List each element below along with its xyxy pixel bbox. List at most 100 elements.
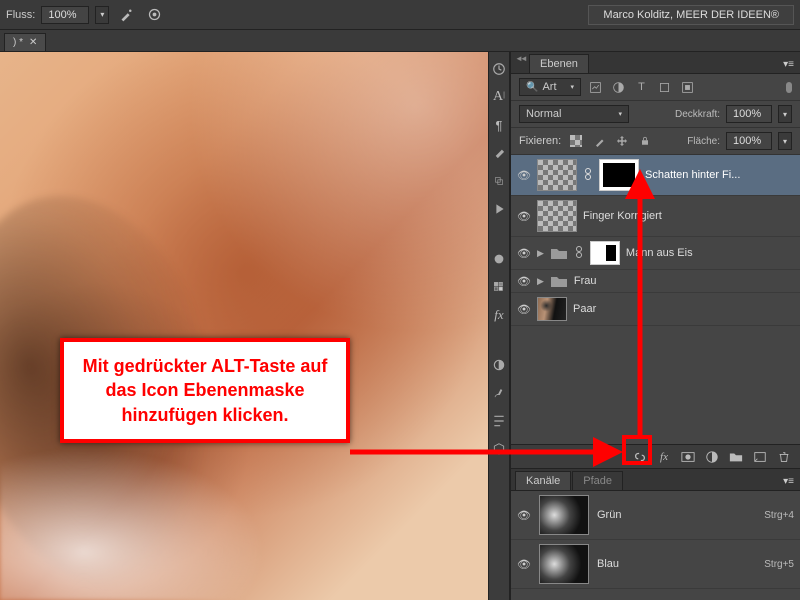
filter-adjust-icon[interactable]	[610, 79, 627, 96]
layers-panel-tabbar: ◄◄ Ebenen ▾≡	[511, 52, 800, 74]
tab-channels[interactable]: Kanäle	[515, 471, 571, 490]
swatches-icon[interactable]	[490, 278, 508, 296]
flow-dropdown-button[interactable]: ▾	[95, 6, 109, 24]
lock-all-icon[interactable]	[636, 133, 653, 150]
paragraph-icon[interactable]: ¶	[490, 116, 508, 134]
opacity-label: Deckkraft:	[675, 109, 720, 120]
tab-layers[interactable]: Ebenen	[529, 54, 589, 73]
opacity-input[interactable]: 100%	[726, 105, 772, 123]
fx-icon[interactable]: fx	[656, 449, 672, 465]
layer-thumbnail[interactable]	[537, 200, 577, 232]
right-panels: ◄◄ Ebenen ▾≡ 🔍 Art ▾ T Normal ▾ Deckkraf…	[510, 52, 800, 600]
annotation-arrow-horizontal	[350, 440, 625, 464]
panel-menu-icon[interactable]: ▾≡	[777, 473, 800, 490]
document-tab[interactable]: ) * ✕	[4, 33, 46, 51]
filter-smart-icon[interactable]	[679, 79, 696, 96]
fill-dropdown-button[interactable]: ▾	[778, 132, 792, 150]
channels-panel: Kanäle Pfade ▾≡ 👁 Grün Strg+4 👁 Blau Str…	[511, 468, 800, 600]
lock-pixels-icon[interactable]	[590, 133, 607, 150]
blend-row: Normal ▾ Deckkraft: 100% ▾	[511, 101, 800, 128]
blend-mode-dropdown[interactable]: Normal ▾	[519, 105, 629, 123]
delete-icon[interactable]	[776, 449, 792, 465]
layer-row-paar[interactable]: 👁 Paar	[511, 293, 800, 326]
channel-label: Blau	[597, 558, 619, 570]
new-group-icon[interactable]	[728, 449, 744, 465]
fill-label: Fläche:	[687, 136, 720, 147]
annotation-callout: Mit gedrückter ALT-Taste auf das Icon Eb…	[60, 338, 350, 443]
channel-shortcut: Strg+4	[764, 510, 794, 521]
document-tab-label: ) *	[13, 37, 23, 48]
link-icon[interactable]	[574, 245, 584, 262]
canvas[interactable]	[0, 52, 488, 600]
visibility-icon[interactable]: 👁	[517, 210, 531, 223]
filter-type-dropdown[interactable]: 🔍 Art ▾	[519, 78, 581, 96]
expand-icon[interactable]: ▶	[537, 276, 544, 287]
clone-source-icon[interactable]	[490, 172, 508, 190]
channels-tabbar: Kanäle Pfade ▾≡	[511, 469, 800, 491]
filter-shape-icon[interactable]	[656, 79, 673, 96]
layer-row-finger[interactable]: 👁 Finger Korrigiert	[511, 196, 800, 237]
folder-icon	[550, 246, 568, 260]
flow-value-input[interactable]: 100%	[41, 6, 89, 24]
flow-group: Fluss: 100% ▾	[6, 4, 165, 26]
lock-position-icon[interactable]	[613, 133, 630, 150]
adjustment-layer-icon[interactable]	[704, 449, 720, 465]
layer-row-schatten[interactable]: 👁 Schatten hinter Fi...	[511, 155, 800, 196]
history-icon[interactable]	[490, 60, 508, 78]
channel-thumbnail[interactable]	[539, 544, 589, 584]
opacity-dropdown-button[interactable]: ▾	[778, 105, 792, 123]
options-bar: Fluss: 100% ▾ Marco Kolditz, MEER DER ID…	[0, 0, 800, 30]
fill-input[interactable]: 100%	[726, 132, 772, 150]
group-mask-thumbnail[interactable]	[590, 241, 620, 265]
document-tab-strip: ) * ✕	[0, 30, 800, 52]
tablet-pressure-icon[interactable]	[143, 4, 165, 26]
link-icon[interactable]	[583, 167, 593, 184]
new-layer-icon[interactable]	[752, 449, 768, 465]
author-label: Marco Kolditz, MEER DER IDEEN®	[588, 5, 794, 25]
visibility-icon[interactable]: 👁	[517, 275, 531, 288]
channel-label: Grün	[597, 509, 621, 521]
character-icon[interactable]: A|	[490, 88, 508, 106]
filter-type-text-icon[interactable]: T	[633, 79, 650, 96]
channel-thumbnail[interactable]	[539, 495, 589, 535]
play-icon[interactable]	[490, 200, 508, 218]
flow-label: Fluss:	[6, 9, 35, 21]
info-icon[interactable]	[490, 412, 508, 430]
brush-preset-icon[interactable]	[490, 144, 508, 162]
annotation-arrow-vertical	[628, 168, 652, 436]
color-icon[interactable]	[490, 250, 508, 268]
filter-pixel-icon[interactable]	[587, 79, 604, 96]
visibility-icon[interactable]: 👁	[517, 169, 531, 182]
panel-menu-icon[interactable]: ▾≡	[777, 56, 800, 73]
channel-row-blue[interactable]: 👁 Blau Strg+5	[511, 540, 800, 589]
layer-row-mann[interactable]: 👁 ▶ Mann aus Eis	[511, 237, 800, 270]
annotation-box-mask-icon	[622, 435, 652, 465]
layer-thumbnail[interactable]	[537, 297, 567, 321]
workspace-switcher[interactable]: Marco Kolditz, MEER DER IDEEN®	[588, 5, 794, 25]
lock-row: Fixieren: Fläche: 100% ▾	[511, 128, 800, 155]
folder-icon	[550, 274, 568, 288]
add-mask-icon[interactable]	[680, 449, 696, 465]
channel-row-green[interactable]: 👁 Grün Strg+4	[511, 491, 800, 540]
visibility-icon[interactable]: 👁	[517, 247, 531, 260]
close-icon[interactable]: ✕	[29, 37, 37, 48]
collapse-icon[interactable]: ◄◄	[515, 54, 525, 63]
brush-icon[interactable]	[490, 384, 508, 402]
lock-transparency-icon[interactable]	[567, 133, 584, 150]
channel-shortcut: Strg+5	[764, 559, 794, 570]
visibility-icon[interactable]: 👁	[517, 303, 531, 316]
canvas-area	[0, 52, 488, 600]
blend-mode-label: Normal	[526, 108, 561, 120]
visibility-icon[interactable]: 👁	[517, 558, 531, 571]
adjustments-icon[interactable]	[490, 356, 508, 374]
expand-icon[interactable]: ▶	[537, 248, 544, 259]
airbrush-icon[interactable]	[115, 4, 137, 26]
visibility-icon[interactable]: 👁	[517, 509, 531, 522]
layer-row-frau[interactable]: 👁 ▶ Frau	[511, 270, 800, 293]
tab-paths[interactable]: Pfade	[572, 471, 623, 490]
layer-thumbnail[interactable]	[537, 159, 577, 191]
image-highlight	[0, 440, 280, 600]
layer-filter-row: 🔍 Art ▾ T	[511, 74, 800, 101]
filter-toggle-switch[interactable]	[786, 82, 792, 93]
styles-icon[interactable]: fx	[490, 306, 508, 324]
